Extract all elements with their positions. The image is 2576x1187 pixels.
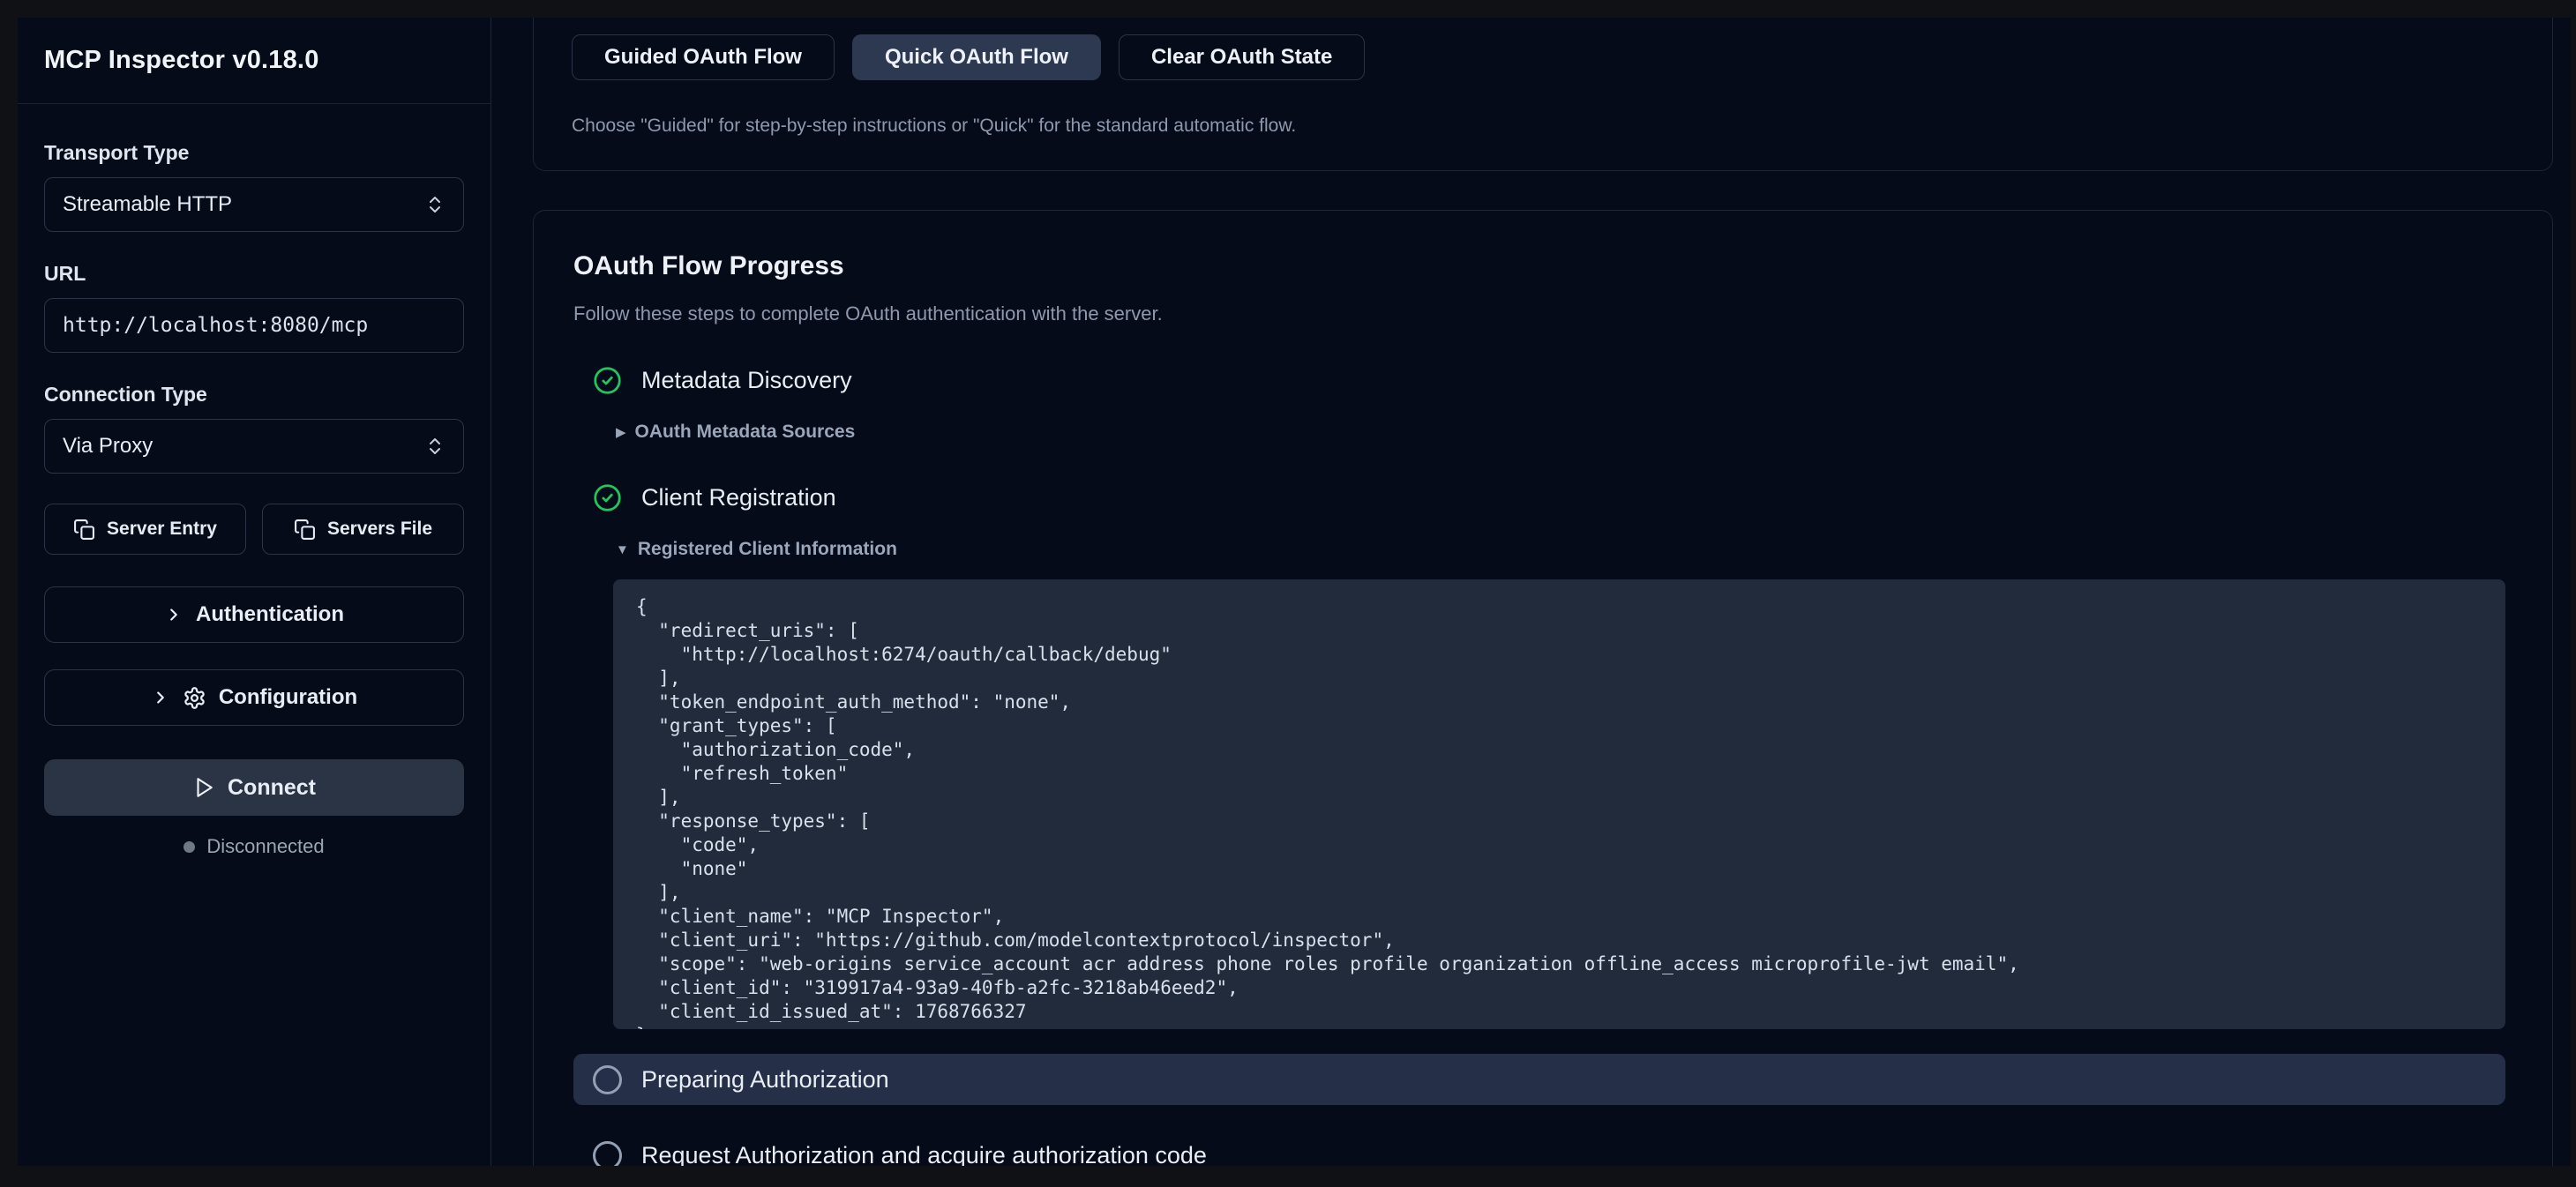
- oauth-metadata-sources-toggle[interactable]: ▶ OAuth Metadata Sources: [616, 422, 2512, 443]
- connect-button[interactable]: Connect: [44, 759, 464, 816]
- screenshot-frame: MCP Inspector v0.18.0 Transport Type Str…: [0, 0, 2576, 1187]
- copy-icon: [73, 519, 95, 541]
- step-label: Metadata Discovery: [641, 367, 852, 394]
- status-dot-icon: [183, 841, 195, 853]
- authentication-label: Authentication: [196, 602, 344, 627]
- progress-title: OAuth Flow Progress: [573, 251, 2512, 281]
- server-entry-button[interactable]: Server Entry: [44, 504, 246, 555]
- registered-client-json-block[interactable]: { "redirect_uris": [ "http://localhost:6…: [613, 579, 2505, 1029]
- step-label: Preparing Authorization: [641, 1066, 889, 1094]
- servers-file-button[interactable]: Servers File: [262, 504, 464, 555]
- triangle-expanded-icon: ▼: [616, 542, 629, 557]
- chevron-right-icon: [164, 605, 183, 624]
- connection-type-value: Via Proxy: [63, 434, 153, 459]
- main-content: Guided OAuth Flow Quick OAuth Flow Clear…: [491, 18, 2571, 1166]
- app-title: MCP Inspector v0.18.0: [44, 46, 319, 75]
- step-client-registration: Client Registration: [573, 483, 2512, 512]
- transport-type-label: Transport Type: [44, 141, 464, 165]
- empty-circle-icon: [593, 1065, 622, 1094]
- step-label: Request Authorization and acquire author…: [641, 1142, 1207, 1167]
- oauth-flow-button-group: Guided OAuth Flow Quick OAuth Flow Clear…: [572, 34, 2514, 80]
- step-metadata-discovery: Metadata Discovery: [573, 366, 2512, 395]
- connection-type-label: Connection Type: [44, 383, 464, 407]
- chevron-right-icon: [151, 688, 170, 707]
- sidebar: MCP Inspector v0.18.0 Transport Type Str…: [18, 18, 491, 1166]
- url-label: URL: [44, 262, 464, 286]
- authentication-toggle[interactable]: Authentication: [44, 586, 464, 643]
- oauth-progress-card: OAuth Flow Progress Follow these steps t…: [533, 210, 2553, 1166]
- servers-file-label: Servers File: [327, 519, 432, 540]
- registered-client-json: { "redirect_uris": [ "http://localhost:6…: [636, 595, 2482, 1029]
- step-label: Client Registration: [641, 484, 836, 511]
- connection-status: Disconnected: [44, 835, 464, 858]
- registered-client-info-toggle[interactable]: ▼ Registered Client Information: [616, 539, 2512, 560]
- server-entry-label: Server Entry: [107, 519, 217, 540]
- quick-oauth-flow-label: Quick OAuth Flow: [885, 45, 1068, 70]
- url-input-value: http://localhost:8080/mcp: [63, 314, 368, 337]
- transport-type-select[interactable]: Streamable HTTP: [44, 177, 464, 232]
- progress-description: Follow these steps to complete OAuth aut…: [573, 302, 2512, 325]
- summary-label: OAuth Metadata Sources: [635, 422, 856, 443]
- url-input[interactable]: http://localhost:8080/mcp: [44, 298, 464, 353]
- server-buttons-row: Server Entry Servers File: [44, 504, 464, 555]
- connect-label: Connect: [228, 775, 316, 801]
- check-circle-icon: [593, 483, 622, 512]
- summary-label: Registered Client Information: [638, 539, 897, 560]
- chevrons-up-down-icon: [424, 194, 446, 215]
- app-title-bar: MCP Inspector v0.18.0: [18, 18, 490, 104]
- triangle-collapsed-icon: ▶: [616, 424, 626, 440]
- gear-icon: [183, 686, 206, 710]
- sidebar-body: Transport Type Streamable HTTP URL http:…: [18, 104, 490, 858]
- guided-oauth-flow-button[interactable]: Guided OAuth Flow: [572, 34, 835, 80]
- quick-oauth-flow-button[interactable]: Quick OAuth Flow: [852, 34, 1101, 80]
- copy-icon: [294, 519, 316, 541]
- guided-oauth-flow-label: Guided OAuth Flow: [604, 45, 802, 70]
- configuration-toggle[interactable]: Configuration: [44, 669, 464, 726]
- mcp-inspector-app: MCP Inspector v0.18.0 Transport Type Str…: [18, 18, 2571, 1166]
- check-circle-icon: [593, 366, 622, 395]
- step-request-authorization: Request Authorization and acquire author…: [573, 1130, 2505, 1166]
- transport-type-value: Streamable HTTP: [63, 192, 232, 217]
- step-preparing-authorization: Preparing Authorization: [573, 1054, 2505, 1105]
- oauth-flow-hint: Choose "Guided" for step-by-step instruc…: [572, 116, 2514, 137]
- chevrons-up-down-icon: [424, 436, 446, 457]
- empty-circle-icon: [593, 1141, 622, 1167]
- connection-type-select[interactable]: Via Proxy: [44, 419, 464, 474]
- configuration-label: Configuration: [219, 685, 357, 710]
- status-label: Disconnected: [206, 835, 324, 858]
- clear-oauth-state-label: Clear OAuth State: [1151, 45, 1332, 70]
- clear-oauth-state-button[interactable]: Clear OAuth State: [1119, 34, 1365, 80]
- oauth-actions-card: Guided OAuth Flow Quick OAuth Flow Clear…: [533, 18, 2553, 171]
- play-icon: [192, 776, 215, 799]
